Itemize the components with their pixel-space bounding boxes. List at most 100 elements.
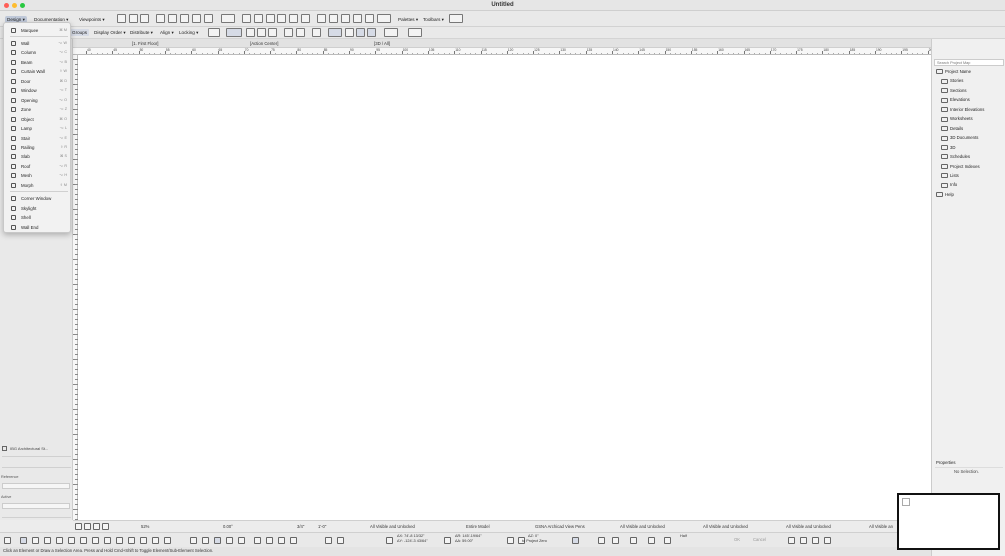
window-tool-icon[interactable] [80, 537, 87, 544]
copy-icon[interactable] [630, 537, 637, 544]
palettes-dropdown[interactable]: Palettes ▾ [396, 16, 420, 23]
properties-header[interactable]: Properties [936, 460, 956, 465]
section-tool-icon[interactable] [254, 537, 261, 544]
menu-item-wall[interactable]: Wall ⌥ W [6, 39, 70, 48]
redo-icon[interactable] [84, 523, 91, 530]
project-tree-item[interactable]: Elevations [941, 96, 970, 104]
check-icon[interactable] [598, 537, 605, 544]
project-tree-item[interactable]: Project Indexes [941, 163, 980, 171]
elevation-tool-icon[interactable] [266, 537, 273, 544]
teamwork-icon[interactable] [353, 14, 362, 23]
project-tree-item[interactable]: Worksheets [941, 115, 973, 123]
line-icon[interactable] [367, 28, 376, 37]
worksheet-tool-icon[interactable] [290, 537, 297, 544]
menu-item-skylight[interactable]: Skylight [6, 204, 70, 213]
menu-item-window[interactable]: Window ⌥ T [6, 86, 70, 95]
dimension-tool-icon[interactable] [190, 537, 197, 544]
layer-combination-2[interactable]: All Visible and Unlocked [620, 523, 665, 530]
distribute-dropdown[interactable]: Distribute ▾ [128, 29, 155, 36]
relative-icon[interactable] [337, 537, 344, 544]
elevate-icon[interactable] [221, 14, 235, 23]
reference-zero[interactable]: to Project Zero [522, 538, 547, 545]
cancel-button[interactable]: Cancel [753, 536, 766, 543]
palette-title[interactable]: IBG Architectural St... [2, 444, 71, 453]
lock-polar-icon[interactable] [444, 537, 451, 544]
snap-icon[interactable] [377, 14, 391, 23]
snap-mode-icon[interactable] [664, 537, 671, 544]
zoom-level[interactable]: 52% [141, 523, 149, 530]
menu-item-opening[interactable]: Opening ⌥ O [6, 96, 70, 105]
navigator-preview[interactable] [897, 493, 1000, 550]
elevation-icon[interactable] [289, 14, 298, 23]
layout-icon[interactable] [117, 14, 126, 23]
text-tool-icon[interactable] [202, 537, 209, 544]
orbit-icon[interactable] [612, 537, 619, 544]
section-icon[interactable] [277, 14, 286, 23]
project-tree-item[interactable]: Schedules [941, 153, 970, 161]
group-icon[interactable] [156, 14, 165, 23]
groups-dropdown[interactable]: Groups [70, 29, 90, 36]
ok-button[interactable]: OK [734, 536, 740, 543]
menu-item-beam[interactable]: Beam ⌥ B [6, 58, 70, 67]
zone-tool-icon[interactable] [92, 537, 99, 544]
rotate-icon[interactable] [204, 14, 213, 23]
pause-icon[interactable] [325, 537, 332, 544]
fill-tool-icon[interactable] [214, 537, 221, 544]
zoom-out-icon[interactable] [102, 523, 109, 530]
menu-item-curtain-wall[interactable]: Curtain Wall ⇧ W [6, 67, 70, 76]
zoom-in-icon[interactable] [93, 523, 100, 530]
toolbars-dropdown[interactable]: Toolbars ▾ [421, 16, 446, 23]
guide-icon[interactable] [572, 537, 579, 544]
magic-wand-icon[interactable] [257, 28, 266, 37]
menu-item-door[interactable]: Door ⌘ D [6, 77, 70, 86]
tab-action-center[interactable]: [Action Center] [241, 40, 361, 47]
project-tree-item[interactable]: Interior Elevations [941, 106, 984, 114]
detail-tool-icon[interactable] [278, 537, 285, 544]
split-icon[interactable] [800, 537, 807, 544]
menu-item-corner-window[interactable]: Corner Window [6, 194, 70, 203]
project-map-search[interactable] [934, 59, 1004, 66]
stair-tool-icon[interactable] [116, 537, 123, 544]
menu-item-lamp[interactable]: Lamp ⌥ L [6, 124, 70, 133]
lock-icon[interactable] [140, 14, 149, 23]
roof-tool-icon[interactable] [56, 537, 63, 544]
align-dropdown[interactable]: Align ▾ [158, 29, 176, 36]
pencil-icon[interactable] [507, 537, 514, 544]
menu-item-railing[interactable]: Railing ⇧ R [6, 143, 70, 152]
menu-item-slab[interactable]: Slab ⌘ S [6, 152, 70, 161]
delta-y[interactable]: ΔY: -124'-3 43/64" [397, 538, 428, 545]
display-icon[interactable] [449, 14, 463, 23]
door-tool-icon[interactable] [68, 537, 75, 544]
arrange-icon[interactable] [129, 14, 138, 23]
reference-slider[interactable] [2, 483, 70, 489]
lamp-tool-icon[interactable] [128, 537, 135, 544]
project-tree-item[interactable]: Help [936, 191, 954, 199]
menu-item-column[interactable]: Column ⌥ C [6, 48, 70, 57]
intersect-icon[interactable] [824, 537, 831, 544]
project-tree-item[interactable]: Lists [941, 172, 959, 180]
eraser-icon[interactable] [246, 28, 255, 37]
project-tree-item[interactable]: Sections [941, 87, 966, 95]
guideline-icon[interactable] [384, 28, 398, 37]
favorites-star-icon[interactable] [242, 14, 251, 23]
display-order-dropdown[interactable]: Display Order ▾ [92, 29, 128, 36]
menu-item-roof[interactable]: Roof ⌥ R [6, 162, 70, 171]
adjust-icon[interactable] [812, 537, 819, 544]
viewpoints-dropdown[interactable]: Viewpoints ▾ [77, 16, 107, 23]
locking-dropdown[interactable]: Locking ▾ [177, 29, 200, 36]
suspend-groups-icon[interactable] [328, 28, 342, 37]
menu-item-stair[interactable]: Stair ⌥ E [6, 134, 70, 143]
rectangle-icon[interactable] [356, 28, 365, 37]
menu-item-shell[interactable]: Shell [6, 213, 70, 222]
snap-value[interactable]: Half [680, 533, 687, 540]
project-tree-item[interactable]: 3D [941, 144, 956, 152]
trace-icon[interactable] [341, 14, 350, 23]
pen-set-icon[interactable] [226, 28, 242, 37]
rotation-angle[interactable]: 0.00° [223, 523, 233, 530]
layout-book-icon[interactable] [317, 14, 326, 23]
drawing-canvas[interactable] [78, 55, 931, 520]
menu-icon[interactable] [4, 537, 11, 544]
menu-item-wall-end[interactable]: Wall End [6, 223, 70, 232]
selection-icon[interactable] [20, 537, 27, 544]
arrow-icon[interactable] [648, 537, 655, 544]
